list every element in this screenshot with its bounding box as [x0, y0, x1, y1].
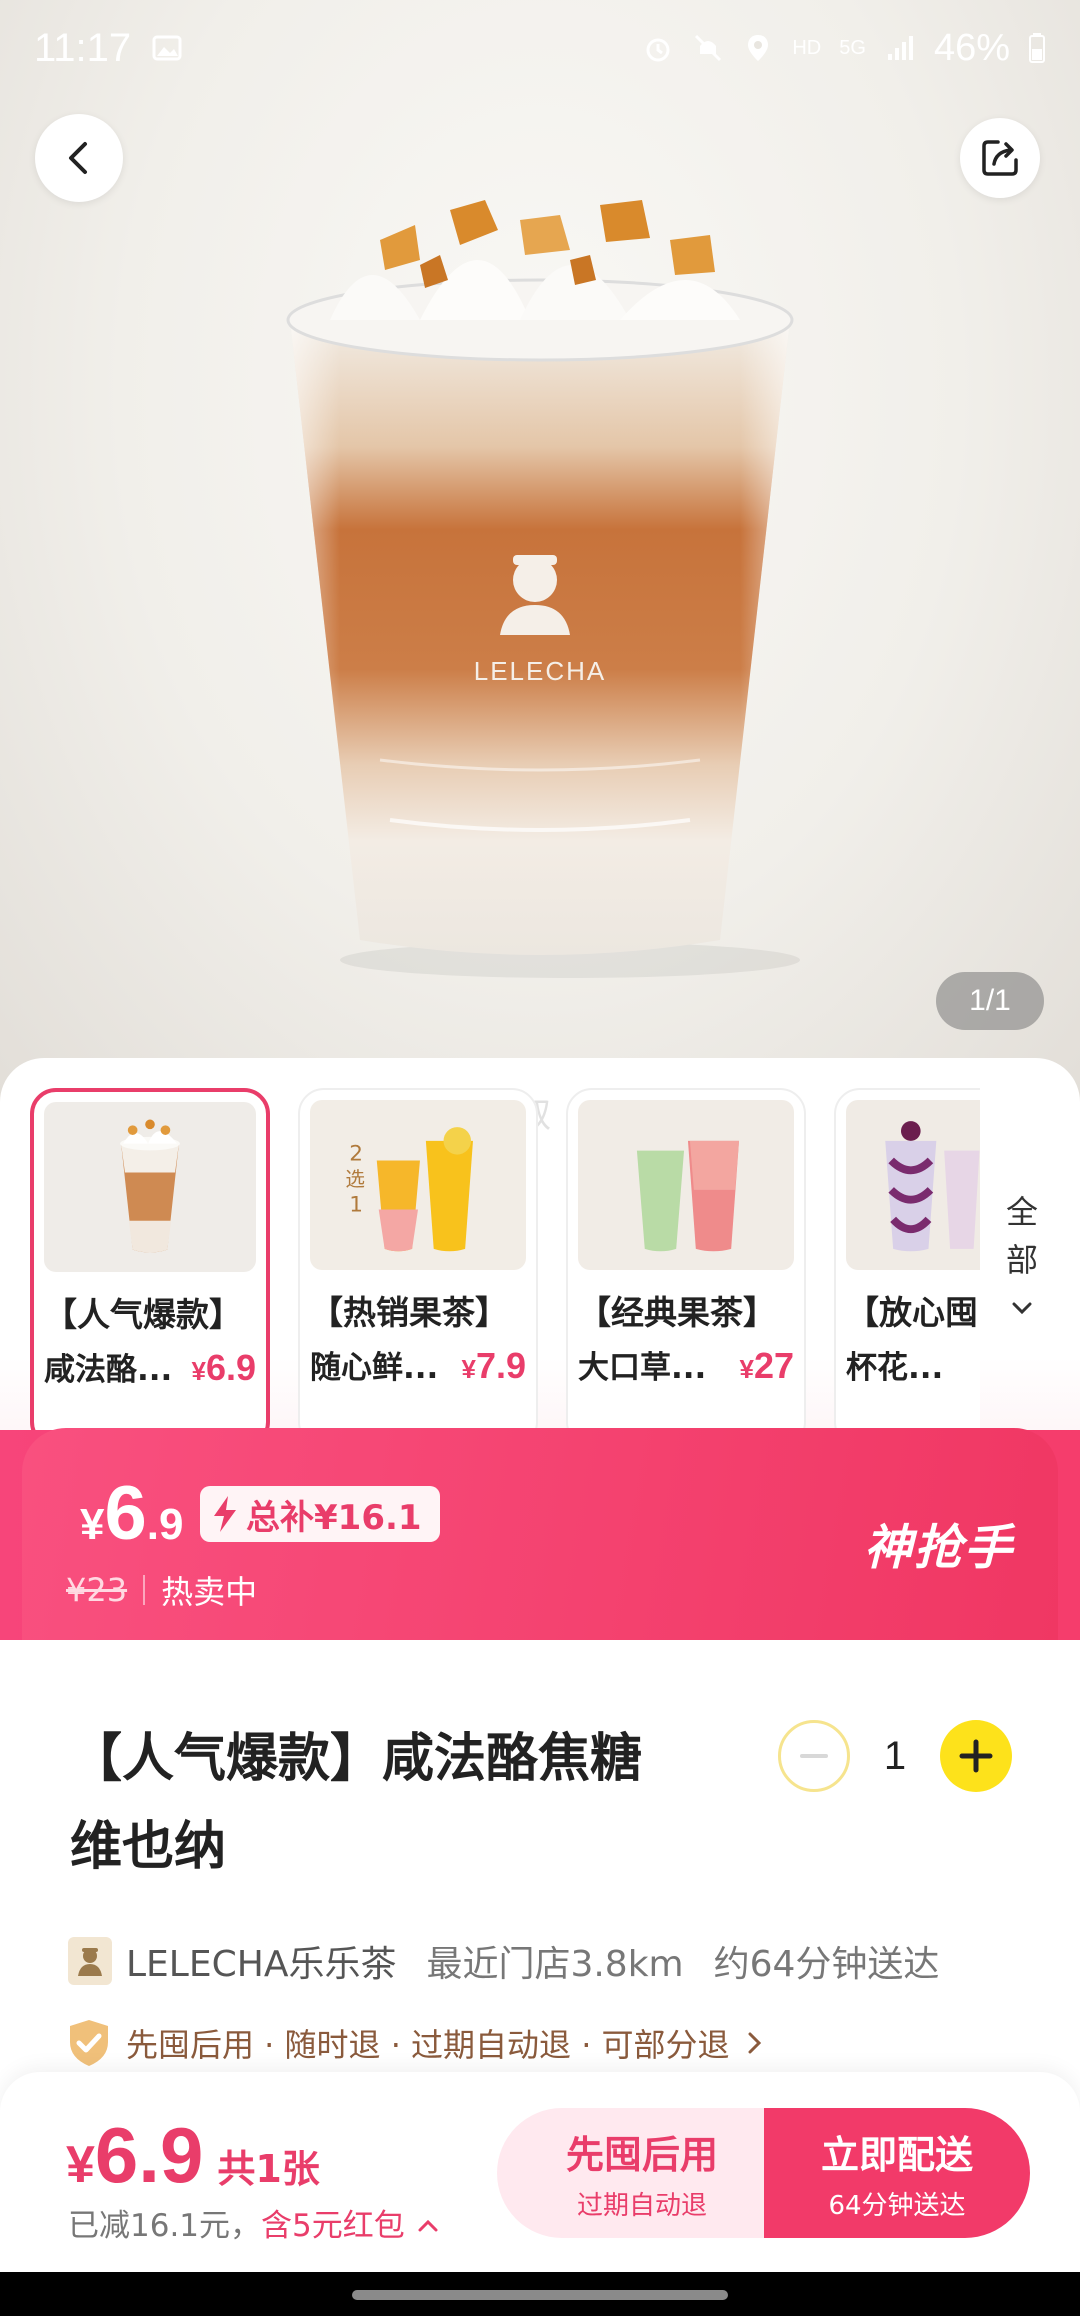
- product-card-line1: 【放心囤: [846, 1293, 978, 1332]
- promo-brand-badge: 神抢手: [863, 1520, 1014, 1576]
- product-card-line1: 【热销果茶】: [310, 1293, 508, 1332]
- gallery-icon: [152, 35, 182, 61]
- product-card-line1: 【经典果茶】: [578, 1293, 776, 1332]
- guarantee-row[interactable]: 先囤后用 · 随时退 · 过期自动退 · 可部分退: [66, 2018, 766, 2068]
- quantity-value: 1: [883, 1733, 907, 1778]
- view-all-label-2: 部: [1005, 1241, 1038, 1279]
- location-icon: [748, 35, 769, 61]
- product-card-line2: 杯花...: [846, 1350, 944, 1386]
- chevron-right-icon: [748, 2032, 761, 2054]
- thumb-badge-bottom: 1: [349, 1193, 363, 1218]
- promo-price: ¥6.9: [80, 1470, 183, 1557]
- product-cup-image: LELECHA: [286, 200, 800, 978]
- store-logo-icon: [68, 1937, 112, 1985]
- shield-check-icon: [70, 2020, 108, 2066]
- chevron-down-icon: [1012, 1302, 1032, 1315]
- signal-icon: [887, 36, 913, 60]
- product-card-4[interactable]: 【放心囤 杯花... ¥: [834, 1088, 980, 1448]
- lightning-icon: [214, 1496, 236, 1532]
- promo-price-dec: .9: [146, 1500, 184, 1549]
- share-icon: [982, 140, 1018, 176]
- product-card-2[interactable]: 2 选 1 【热销果茶】 随心鲜... ¥7.9: [298, 1088, 538, 1448]
- subsidy-text: 总补¥16.1: [246, 1497, 422, 1538]
- minus-icon: [800, 1754, 828, 1758]
- guarantee-text: 先囤后用 · 随时退 · 过期自动退 · 可部分退: [126, 2026, 730, 2064]
- price-symbol: ¥: [461, 1354, 476, 1384]
- red-packet-text: 含5元红包: [261, 2208, 405, 2244]
- ticket-count: 共1张: [217, 2147, 320, 2191]
- product-title-line2: 维也纳: [70, 1817, 227, 1877]
- product-card-line2: 随心鲜...: [310, 1350, 439, 1386]
- store-name: LELECHA乐乐茶: [126, 1944, 397, 1985]
- product-card-line2: 大口草...: [578, 1350, 707, 1386]
- product-title: 【人气爆款】咸法酪焦糖 维也纳: [70, 1715, 720, 1891]
- product-image-gallery[interactable]: 11:17 HD 5G 46% LELECHA 1/1: [0, 0, 1080, 1110]
- store-distance: 最近门店3.8km: [426, 1944, 684, 1985]
- chevron-up-icon: [418, 2219, 438, 2232]
- decrease-quantity-button[interactable]: [778, 1720, 850, 1792]
- home-indicator[interactable]: [352, 2290, 728, 2300]
- subsidy-badge: 总补¥16.1: [200, 1486, 440, 1542]
- promo-price-int: 6: [104, 1471, 147, 1556]
- total-price-symbol: ¥: [66, 2136, 95, 2194]
- cup-brand-text: LELECHA: [474, 656, 607, 686]
- product-variant-list[interactable]: 【人气爆款】 咸法酪... ¥6.9 2 选 1 【热销果茶】 随心鲜... ¥…: [30, 1088, 980, 1458]
- product-card-3[interactable]: 【经典果茶】 大口草... ¥27: [566, 1088, 806, 1448]
- total-price: ¥ 6.9 共1张: [66, 2110, 320, 2201]
- increase-quantity-button[interactable]: [940, 1720, 1012, 1792]
- deliver-now-subtitle: 64分钟送达: [828, 2191, 966, 2221]
- promo-price-symbol: ¥: [80, 1500, 105, 1549]
- thumb-badge-top: 2: [349, 1141, 363, 1166]
- product-card-price: 7.9: [475, 1345, 526, 1386]
- product-thumb-image: 2 选 1: [310, 1100, 526, 1270]
- total-price-value: 6.9: [94, 2111, 204, 2199]
- view-all-button[interactable]: 全 部: [992, 1188, 1052, 1332]
- discount-summary[interactable]: 已减16.1元，含5元红包: [68, 2200, 441, 2245]
- share-button[interactable]: [960, 118, 1040, 198]
- stock-up-button[interactable]: 先囤后用 过期自动退: [497, 2108, 787, 2238]
- product-card-price: 27: [753, 1345, 794, 1386]
- view-all-label-1: 全: [1005, 1193, 1038, 1231]
- store-row[interactable]: LELECHA乐乐茶 最近门店3.8km 约64分钟送达: [68, 1935, 939, 1987]
- product-thumb-image: [846, 1100, 980, 1270]
- battery-icon: [1029, 33, 1045, 63]
- battery-percent: 46%: [933, 26, 1010, 69]
- product-thumb-image: [578, 1100, 794, 1270]
- page-counter: 1/1: [936, 972, 1044, 1030]
- back-button[interactable]: [35, 114, 123, 202]
- product-card-price: 6.9: [205, 1347, 256, 1388]
- deliver-now-button[interactable]: 立即配送 64分钟送达: [764, 2108, 1030, 2238]
- stock-up-subtitle: 过期自动退: [576, 2191, 707, 2221]
- chevron-left-icon: [69, 142, 87, 174]
- thumb-badge-middle: 选: [345, 1168, 365, 1191]
- delivery-time: 约64分钟送达: [713, 1944, 940, 1985]
- status-time: 11:17: [34, 25, 132, 70]
- product-title-line1: 【人气爆款】咸法酪焦糖: [70, 1729, 643, 1789]
- product-thumb-image: [44, 1102, 256, 1272]
- price-symbol: ¥: [739, 1354, 754, 1384]
- discount-amount: 已减16.1元，: [68, 2208, 262, 2244]
- hd-label: HD: [792, 36, 822, 59]
- stock-up-title: 先囤后用: [565, 2133, 718, 2177]
- plus-icon: [959, 1739, 993, 1773]
- sale-status: 热卖中: [161, 1573, 258, 1611]
- price-symbol: ¥: [191, 1356, 206, 1386]
- quantity-stepper: 1: [778, 1720, 1012, 1792]
- alarm-icon: [646, 38, 670, 62]
- mute-icon: [695, 34, 722, 62]
- status-bar: 11:17 HD 5G 46%: [0, 0, 1080, 96]
- product-card-1[interactable]: 【人气爆款】 咸法酪... ¥6.9: [30, 1088, 270, 1448]
- product-card-line1: 【人气爆款】: [44, 1295, 242, 1334]
- promo-meta: ¥23 热卖中: [66, 1567, 257, 1613]
- network-label: 5G: [839, 36, 866, 59]
- product-card-line2: 咸法酪...: [44, 1352, 173, 1388]
- deliver-now-title: 立即配送: [820, 2133, 973, 2177]
- original-price: ¥23: [66, 1571, 128, 1609]
